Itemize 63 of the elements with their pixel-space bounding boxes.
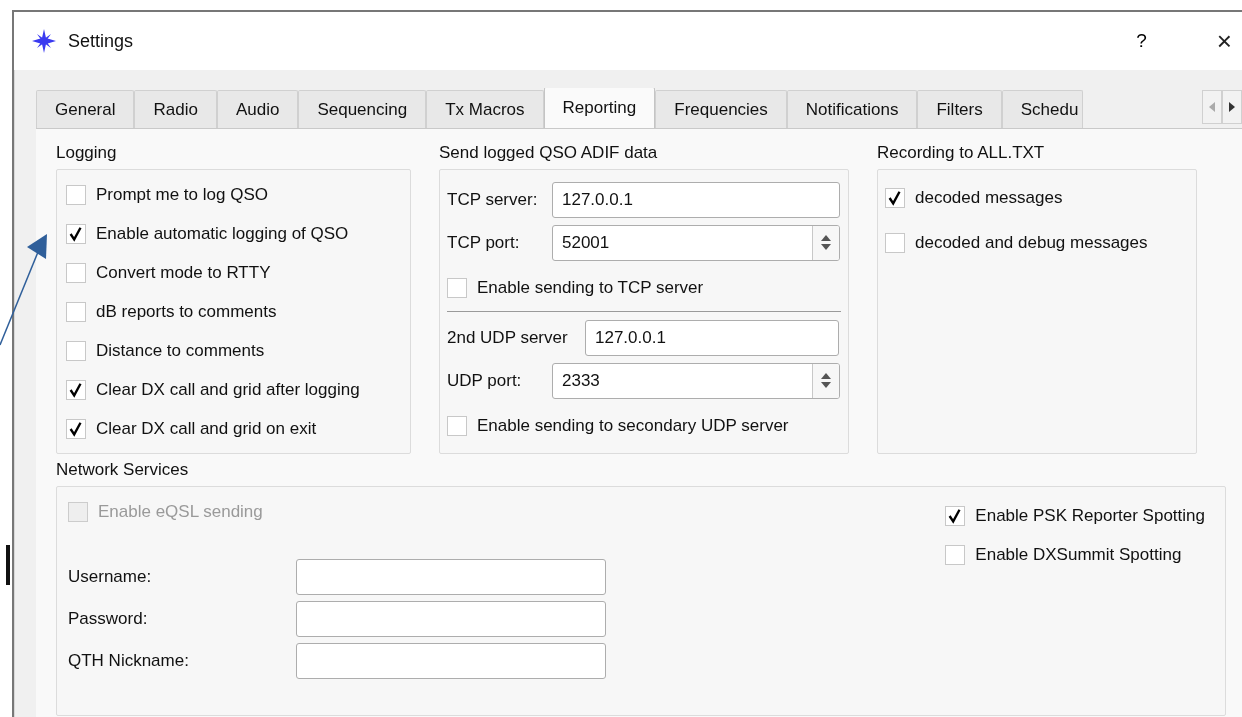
checkbox[interactable]	[66, 301, 86, 322]
tab[interactable]: Audio	[216, 90, 299, 128]
group-title: Network Services	[56, 460, 190, 481]
tab[interactable]: Radio	[134, 90, 217, 128]
checkbox-label: Clear DX call and grid after logging	[96, 379, 360, 400]
tab[interactable]: Filters	[917, 90, 1002, 128]
checkbox-label: Distance to comments	[96, 340, 265, 361]
field-label: Username:	[68, 567, 153, 587]
field-label: Password:	[68, 609, 149, 629]
checkbox[interactable]	[447, 277, 467, 298]
checkbox-label: Enable PSK Reporter Spotting	[975, 505, 1205, 526]
input-field[interactable]: 127.0.0.1	[585, 319, 839, 356]
input-field[interactable]	[296, 601, 606, 637]
checkbox[interactable]	[66, 262, 86, 283]
field-label: 2nd UDP server	[447, 327, 569, 348]
checkbox[interactable]	[66, 379, 86, 400]
app-star-icon	[32, 29, 56, 53]
tab[interactable]: Frequencies	[655, 90, 787, 128]
tab[interactable]: Reporting	[543, 88, 656, 128]
input-field[interactable]: 127.0.0.1	[552, 181, 840, 218]
scroll-right-icon[interactable]	[1222, 90, 1242, 124]
checkbox[interactable]	[66, 340, 86, 361]
checkbox[interactable]	[945, 505, 966, 526]
tab[interactable]: Sequencing	[298, 90, 427, 128]
close-button[interactable]: ×	[1212, 25, 1236, 57]
field-label: UDP port:	[447, 370, 523, 391]
group-title: Send logged QSO ADIF data	[439, 143, 659, 164]
checkbox-label: Enable DXSummit Spotting	[975, 544, 1182, 565]
tab[interactable]: Notifications	[786, 90, 918, 128]
spin-arrows-icon[interactable]	[812, 225, 839, 260]
checkbox-label: Enable sending to secondary UDP server	[477, 415, 789, 436]
tab[interactable]: Tx Macros	[426, 90, 544, 128]
checkbox[interactable]	[885, 232, 905, 253]
field-label: QTH Nickname:	[68, 651, 190, 671]
tab[interactable]: General	[36, 90, 135, 128]
field-label: TCP port:	[447, 232, 521, 253]
checkbox-label: Enable sending to TCP server	[477, 277, 704, 298]
checkbox-label: Prompt me to log QSO	[96, 184, 268, 205]
spin-box[interactable]: 2333	[552, 362, 840, 399]
input-field[interactable]	[296, 643, 606, 679]
background-window-edge	[6, 545, 10, 585]
checkbox[interactable]	[66, 223, 86, 244]
tab[interactable]: Schedu	[1001, 90, 1084, 128]
help-button[interactable]: ?	[1132, 30, 1151, 52]
checkbox[interactable]	[885, 187, 905, 208]
checkbox-label: Enable eQSL sending	[98, 501, 263, 522]
checkbox[interactable]	[945, 544, 966, 565]
checkbox-label: Enable automatic logging of QSO	[96, 223, 349, 244]
checkbox-label: Clear DX call and grid on exit	[96, 418, 317, 439]
checkbox-label: Convert mode to RTTY	[96, 262, 271, 283]
checkbox-label: dB reports to comments	[96, 301, 277, 322]
group-title: Logging	[56, 143, 118, 164]
spin-arrows-icon[interactable]	[812, 363, 839, 398]
spin-box[interactable]: 52001	[552, 224, 840, 261]
window-title: Settings	[68, 30, 135, 52]
group-title: Recording to ALL.TXT	[877, 143, 1046, 164]
checkbox[interactable]	[66, 418, 86, 439]
checkbox-label: decoded and debug messages	[915, 232, 1148, 253]
input-field[interactable]	[296, 559, 606, 595]
checkbox[interactable]	[447, 415, 467, 436]
field-label: TCP server:	[447, 189, 539, 210]
checkbox-label: decoded messages	[915, 187, 1063, 208]
checkbox[interactable]	[66, 184, 86, 205]
